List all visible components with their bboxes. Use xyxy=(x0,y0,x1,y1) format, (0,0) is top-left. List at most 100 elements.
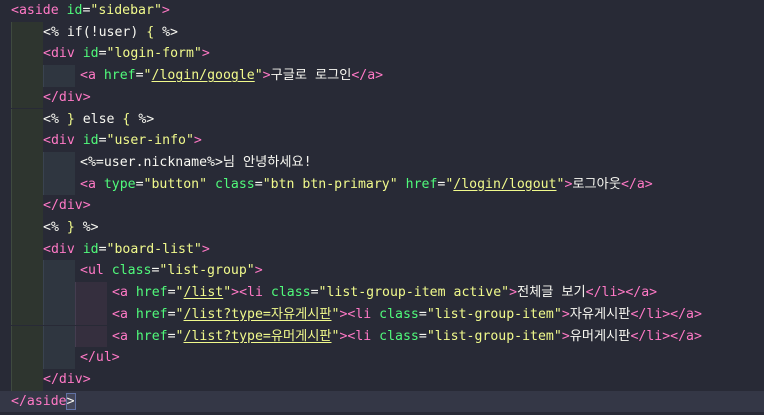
code-line[interactable]: <%=user.nickname%>님 안녕하세요! xyxy=(0,151,764,174)
code-line[interactable]: <div id="login-form"> xyxy=(0,43,764,66)
code-token: "user-info" xyxy=(106,133,194,149)
code-line[interactable]: <aside id="sidebar"> xyxy=(0,0,764,22)
code-token: = xyxy=(167,285,176,301)
code-token: > xyxy=(201,241,210,257)
code-line[interactable]: <% if(!user) { %> xyxy=(0,21,764,44)
code-text: <div id="board-list"> xyxy=(43,239,210,261)
code-token: } xyxy=(66,220,75,235)
indent-guide xyxy=(11,21,43,44)
code-token: <div xyxy=(43,241,83,257)
code-token: "list-group" xyxy=(159,263,255,279)
code-token: { xyxy=(146,24,155,40)
code-line[interactable]: </div> xyxy=(0,86,764,109)
indent-guide xyxy=(11,368,43,391)
code-line[interactable]: <% } %> xyxy=(0,217,764,239)
code-token: </a> xyxy=(670,328,702,344)
code-token: <a xyxy=(80,68,104,84)
code-token: id xyxy=(82,46,99,62)
indent-guide xyxy=(43,303,75,326)
code-text: <% } else { %> xyxy=(43,109,154,131)
indent-guide xyxy=(43,151,75,174)
code-token: %> xyxy=(74,220,99,235)
code-token: <div xyxy=(43,46,83,62)
code-text: </div> xyxy=(43,195,91,217)
code-token: </ul> xyxy=(80,350,120,366)
indent-guide xyxy=(11,303,43,326)
code-token: <%=user.nickname%>님 안녕하세요! xyxy=(80,154,312,170)
code-token: } xyxy=(66,111,75,127)
code-text: <aside id="sidebar"> xyxy=(11,0,170,22)
code-token: > xyxy=(193,133,202,149)
code-token: > xyxy=(561,328,570,344)
code-line[interactable]: <div id="user-info"> xyxy=(0,130,764,152)
code-text: <a href="/list"><li class="list-group-it… xyxy=(112,282,657,304)
indent-guide xyxy=(11,108,43,131)
indent-guide xyxy=(11,217,43,239)
indent-guide xyxy=(11,130,43,152)
code-token: <div xyxy=(43,133,83,149)
code-text: </ul> xyxy=(80,347,120,369)
code-token: </div> xyxy=(43,198,91,214)
code-line[interactable]: <ul class="list-group"> xyxy=(0,260,764,283)
code-token: class xyxy=(111,263,152,279)
code-line[interactable]: </aside> xyxy=(0,390,764,413)
code-token: = xyxy=(167,328,176,344)
code-text: <a href="/list?type=자유게시판"><li class="li… xyxy=(112,304,702,326)
code-token: " xyxy=(143,68,152,84)
code-token: <li xyxy=(239,285,271,301)
code-token: class xyxy=(215,176,255,192)
code-line[interactable]: </div> xyxy=(0,368,764,391)
code-text: <a type="button" class="btn btn-primary"… xyxy=(80,174,653,196)
code-token: </a> xyxy=(351,68,384,84)
code-token: = xyxy=(98,241,107,257)
code-token: </a> xyxy=(625,285,658,301)
code-text: </div> xyxy=(43,87,91,109)
code-token: id xyxy=(82,241,99,257)
code-token: <% if(!user) xyxy=(43,24,147,40)
code-token: id xyxy=(66,3,83,18)
code-line[interactable]: <a href="/list"><li class="list-group-it… xyxy=(0,282,764,304)
indent-guide xyxy=(11,86,43,109)
code-text: <% if(!user) { %> xyxy=(43,22,178,44)
code-token: "list-group-item" xyxy=(426,328,562,344)
code-text: <a href="/login/google">구글로 로그인</a> xyxy=(80,65,383,87)
code-token: "btn btn-primary" xyxy=(262,176,398,192)
code-token: " xyxy=(254,68,263,84)
indent-guide xyxy=(11,65,43,87)
code-token: "list-group-item" xyxy=(426,306,562,322)
code-editor[interactable]: <aside id="sidebar"> <% if(!user) { %> <di… xyxy=(0,0,764,415)
code-line[interactable]: <a href="/login/google">구글로 로그인</a> xyxy=(0,65,764,87)
code-line[interactable]: <a href="/list?type=자유게시판"><li class="li… xyxy=(0,303,764,326)
code-line[interactable]: <a href="/list?type=유머게시판"><li class="li… xyxy=(0,325,764,348)
code-token: 전체글 보기 xyxy=(517,285,586,301)
code-token: else xyxy=(74,111,123,127)
code-token: = xyxy=(167,306,176,322)
code-line[interactable]: <% } else { %> xyxy=(0,108,764,131)
code-line[interactable]: </ul> xyxy=(0,347,764,369)
code-token: <a xyxy=(112,328,136,344)
code-token: = xyxy=(98,46,107,62)
code-text: <ul class="list-group"> xyxy=(80,260,263,282)
indent-guide xyxy=(11,43,43,66)
indent-guide xyxy=(43,325,75,348)
code-token: /list?type=자유게시판 xyxy=(183,306,332,322)
code-token: /list?type=유머게시판 xyxy=(183,328,332,344)
code-token: "list-group-item active" xyxy=(318,285,510,301)
code-token: </li> xyxy=(630,328,671,344)
code-line[interactable]: </div> xyxy=(0,195,764,217)
code-token: " xyxy=(175,306,184,322)
code-line[interactable]: <div id="board-list"> xyxy=(0,238,764,261)
indent-guide xyxy=(11,195,43,217)
code-token: = xyxy=(418,328,427,344)
code-token: > xyxy=(509,285,518,301)
code-token: <a xyxy=(80,176,104,192)
code-token: <li xyxy=(347,306,380,322)
code-token: <aside xyxy=(11,3,67,18)
code-text: <%=user.nickname%>님 안녕하세요! xyxy=(80,152,312,174)
code-text: <div id="user-info"> xyxy=(43,130,202,152)
code-token: " xyxy=(175,328,184,344)
code-line[interactable]: <a type="button" class="btn btn-primary"… xyxy=(0,173,764,196)
code-token: "login-form" xyxy=(106,46,202,62)
code-token: href xyxy=(405,176,438,192)
